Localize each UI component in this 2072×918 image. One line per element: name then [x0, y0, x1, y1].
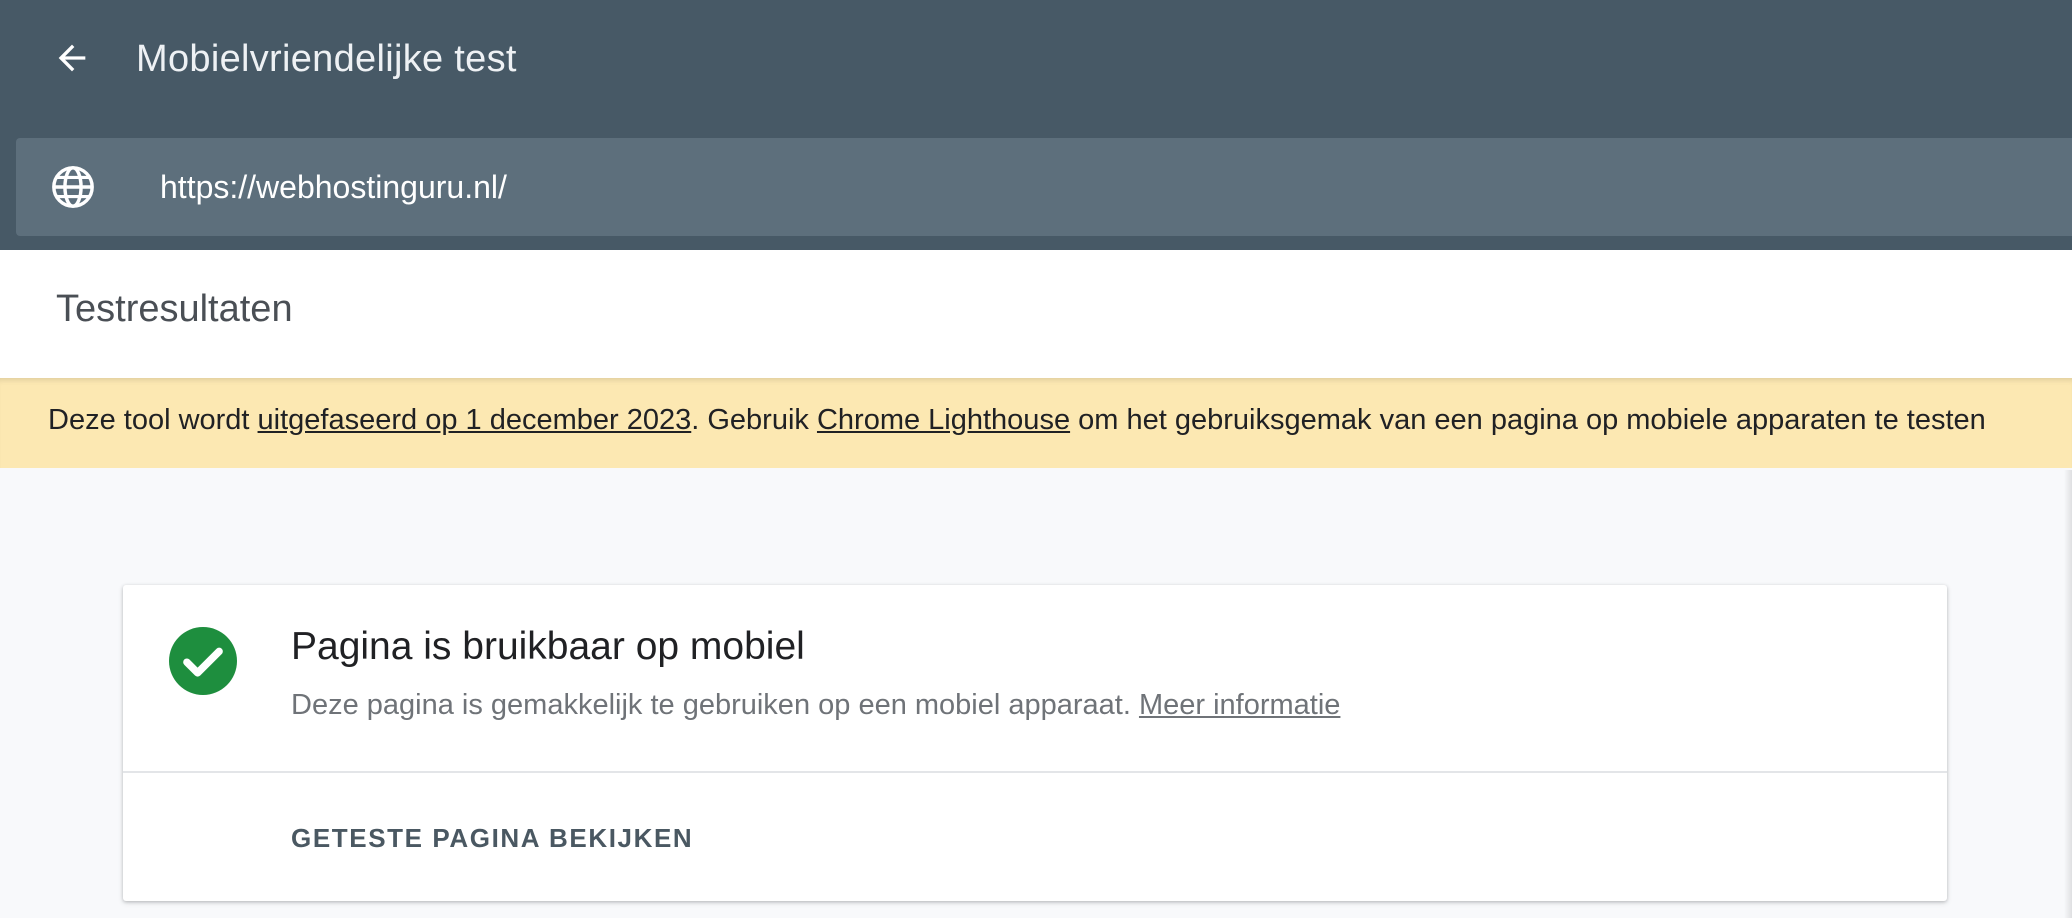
side-panel-edge — [2064, 470, 2072, 918]
url-input[interactable] — [160, 160, 1960, 214]
globe-icon — [52, 166, 94, 208]
banner-text-after: om het gebruiksgemak van een pagina op m… — [1070, 404, 1986, 436]
results-title: Testresultaten — [56, 288, 293, 330]
result-description: Deze pagina is gemakkelijk te gebruiken … — [291, 689, 1340, 722]
back-button[interactable] — [40, 26, 104, 90]
chrome-lighthouse-link[interactable]: Chrome Lighthouse — [817, 404, 1070, 436]
result-title: Pagina is bruikbaar op mobiel — [291, 625, 805, 668]
results-header: Testresultaten — [0, 250, 2072, 378]
url-bar[interactable] — [16, 138, 2072, 236]
banner-text-middle: . Gebruik — [691, 404, 817, 436]
arrow-left-icon — [58, 44, 86, 72]
view-tested-page-button[interactable]: GETESTE PAGINA BEKIJKEN — [291, 823, 693, 854]
more-info-link[interactable]: Meer informatie — [1139, 689, 1340, 721]
deprecation-banner: Deze tool wordt uitgefaseerd op 1 decemb… — [0, 378, 2072, 468]
deprecation-date-link[interactable]: uitgefaseerd op 1 december 2023 — [258, 404, 692, 436]
app-title: Mobielvriendelijke test — [136, 38, 517, 80]
banner-message: Deze tool wordt uitgefaseerd op 1 decemb… — [48, 404, 1986, 437]
check-circle-icon — [169, 627, 237, 695]
banner-text-before: Deze tool wordt — [48, 404, 258, 436]
result-description-text: Deze pagina is gemakkelijk te gebruiken … — [291, 689, 1139, 721]
app-header: Mobielvriendelijke test — [0, 0, 2072, 250]
result-card: Pagina is bruikbaar op mobiel Deze pagin… — [123, 585, 1947, 901]
card-divider — [123, 771, 1947, 773]
